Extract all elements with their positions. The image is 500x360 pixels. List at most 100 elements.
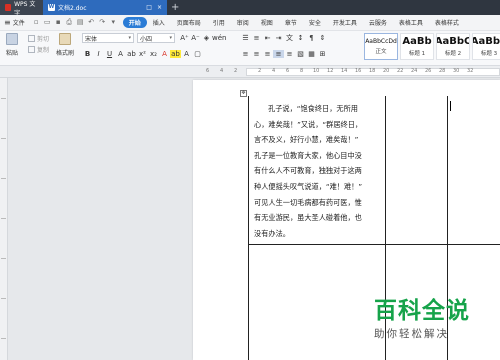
ruler-mark: 4 [220, 68, 224, 74]
ruler-mark: 12 [327, 68, 334, 74]
style-normal[interactable]: AaBbCcDd 正文 [364, 33, 398, 60]
cell-line: 种人便摇头叹气说道，“难！难！” [254, 181, 363, 191]
align-right-icon[interactable]: ≡ [262, 50, 273, 58]
ruler-mark: 6 [206, 68, 210, 74]
font-size-value: 小四 [140, 35, 153, 43]
menu-tab-section[interactable]: 章节 [279, 18, 303, 27]
format-painter-button[interactable]: 格式刷 [56, 33, 74, 57]
ruler-mark: 10 [313, 68, 320, 74]
undo-icon[interactable]: ↶ [86, 18, 97, 27]
file-menu[interactable]: ≡ 文件 [4, 18, 25, 27]
chinese-layout-icon[interactable]: 文 [284, 33, 295, 43]
menu-tab-table-style[interactable]: 表格样式 [429, 18, 465, 27]
cut-button[interactable]: 剪切 [28, 33, 49, 44]
cell-line: 可见人生一切毛病都有药可医，惟 [254, 197, 362, 207]
customize-icon[interactable]: ▾ [108, 18, 119, 27]
ruler-mark: 14 [341, 68, 348, 74]
app-tab[interactable]: WPS 文字 [0, 0, 43, 17]
text-effect-icon[interactable]: A [159, 50, 170, 58]
phonetic-icon[interactable]: wén [212, 34, 226, 42]
new-doc-icon[interactable]: ▫ [31, 18, 42, 27]
ruler-mark: 6 [286, 68, 290, 74]
style-heading-2[interactable]: AaBbC 标题 2 [436, 33, 470, 60]
highlight-icon[interactable]: ab [170, 50, 181, 58]
format-painter-label: 格式刷 [56, 50, 75, 57]
align-left-icon[interactable]: ≡ [240, 50, 251, 58]
ruler-mark: 20 [383, 68, 390, 74]
table-border-left [248, 96, 249, 360]
ruler-mark: 30 [453, 68, 460, 74]
scissors-icon [28, 35, 35, 42]
wps-logo-icon [5, 4, 12, 11]
menu-tab-insert[interactable]: 插入 [147, 18, 171, 27]
font-name-select[interactable]: 宋体 ▾ [82, 33, 134, 43]
style-heading-1[interactable]: AaBb 标题 1 [400, 33, 434, 60]
distribute-icon[interactable]: ≡ [284, 50, 295, 58]
preview-icon[interactable]: ▤ [75, 18, 86, 27]
cut-label: 剪切 [37, 36, 50, 43]
char-border-icon[interactable]: ▢ [192, 50, 203, 58]
hamburger-icon: ≡ [4, 18, 11, 27]
menu-tab-layout[interactable]: 页面布局 [171, 18, 207, 27]
font-color-icon[interactable]: A [115, 50, 126, 58]
cell-line: 没有办法。 [254, 228, 290, 238]
menu-tab-developer[interactable]: 开发工具 [327, 18, 363, 27]
vertical-ruler[interactable] [0, 78, 8, 360]
font-color-dropdown-icon[interactable]: A [181, 50, 192, 58]
table-move-handle-icon[interactable]: ✥ [240, 90, 247, 97]
ruler-mark: 16 [355, 68, 362, 74]
paragraph-group: ☰ ≡ ⇤ ⇥ 文 ↕ ¶ ⇕ ≡ ≡ ≡ ≡ ≡ ▧ ▦ ⊞ [240, 33, 328, 58]
table-cell-text[interactable]: 孔子说，“饱食终日，无所用 心，难矣哉！”又说，“群居终日， 言不及义，好行小慧… [254, 101, 378, 241]
file-menu-label: 文件 [12, 20, 25, 27]
menu-tab-view[interactable]: 视图 [255, 18, 279, 27]
menu-tab-references[interactable]: 引用 [207, 18, 231, 27]
save-icon[interactable]: ▪ [53, 18, 64, 27]
strikethrough-icon[interactable]: ab [126, 50, 137, 58]
italic-icon[interactable]: I [93, 50, 104, 58]
tab-restore-icon[interactable]: □ [146, 4, 152, 11]
sort-icon[interactable]: ↕ [295, 34, 306, 42]
font-size-select[interactable]: 小四 ▾ [137, 33, 175, 43]
grow-font-icon[interactable]: A⁺ [179, 34, 190, 42]
number-list-icon[interactable]: ≡ [251, 34, 262, 42]
decrease-indent-icon[interactable]: ⇤ [262, 34, 273, 42]
line-spacing-icon[interactable]: ⇕ [317, 34, 328, 42]
menu-tab-review[interactable]: 审阅 [231, 18, 255, 27]
justify-icon[interactable]: ≡ [273, 50, 284, 58]
menu-tab-home[interactable]: 开始 [122, 17, 147, 28]
menu-tab-table-tools[interactable]: 表格工具 [393, 18, 429, 27]
tab-close-icon[interactable]: × [157, 4, 162, 11]
watermark-title: 百科全说 [374, 298, 470, 324]
align-center-icon[interactable]: ≡ [251, 50, 262, 58]
borders-icon[interactable]: ▦ [306, 50, 317, 58]
style-heading-3[interactable]: AaBbC 标题 3 [472, 33, 500, 60]
ruler-mark: 8 [300, 68, 304, 74]
menu-tab-cloud[interactable]: 云服务 [363, 18, 393, 27]
font-name-value: 宋体 [85, 35, 98, 43]
cell-line: 言不及义，好行小慧，难矣哉！” [254, 135, 359, 145]
subscript-icon[interactable]: x₂ [148, 50, 159, 58]
shrink-font-icon[interactable]: A⁻ [190, 34, 201, 42]
cell-line: 有无业游民，虽大圣人碰着他，也 [254, 213, 362, 223]
copy-button[interactable]: 复制 [28, 44, 49, 55]
style-name: 标题 3 [480, 51, 498, 57]
style-preview: AaBbC [472, 36, 500, 47]
open-icon[interactable]: ▭ [42, 18, 53, 27]
paste-button[interactable]: 粘贴 [6, 33, 18, 57]
horizontal-ruler[interactable]: 6 4 2 2 4 6 8 10 12 14 16 18 20 22 24 26… [0, 66, 500, 78]
increase-indent-icon[interactable]: ⇥ [273, 34, 284, 42]
clipboard-icon [6, 33, 18, 45]
bullet-list-icon[interactable]: ☰ [240, 34, 251, 42]
superscript-icon[interactable]: x² [137, 50, 148, 58]
underline-icon[interactable]: U [104, 50, 115, 58]
show-marks-icon[interactable]: ¶ [306, 34, 317, 42]
new-tab-button[interactable]: + [171, 0, 179, 15]
menu-tab-security[interactable]: 安全 [303, 18, 327, 27]
document-tab[interactable]: W 文档2.doc □ × [43, 0, 167, 15]
clear-format-icon[interactable]: ◈ [201, 34, 212, 42]
redo-icon[interactable]: ↷ [97, 18, 108, 27]
bold-icon[interactable]: B [82, 50, 93, 58]
shading-icon[interactable]: ▧ [295, 50, 306, 58]
print-icon[interactable]: ⎙ [64, 18, 75, 27]
table-border-icon[interactable]: ⊞ [317, 50, 328, 58]
